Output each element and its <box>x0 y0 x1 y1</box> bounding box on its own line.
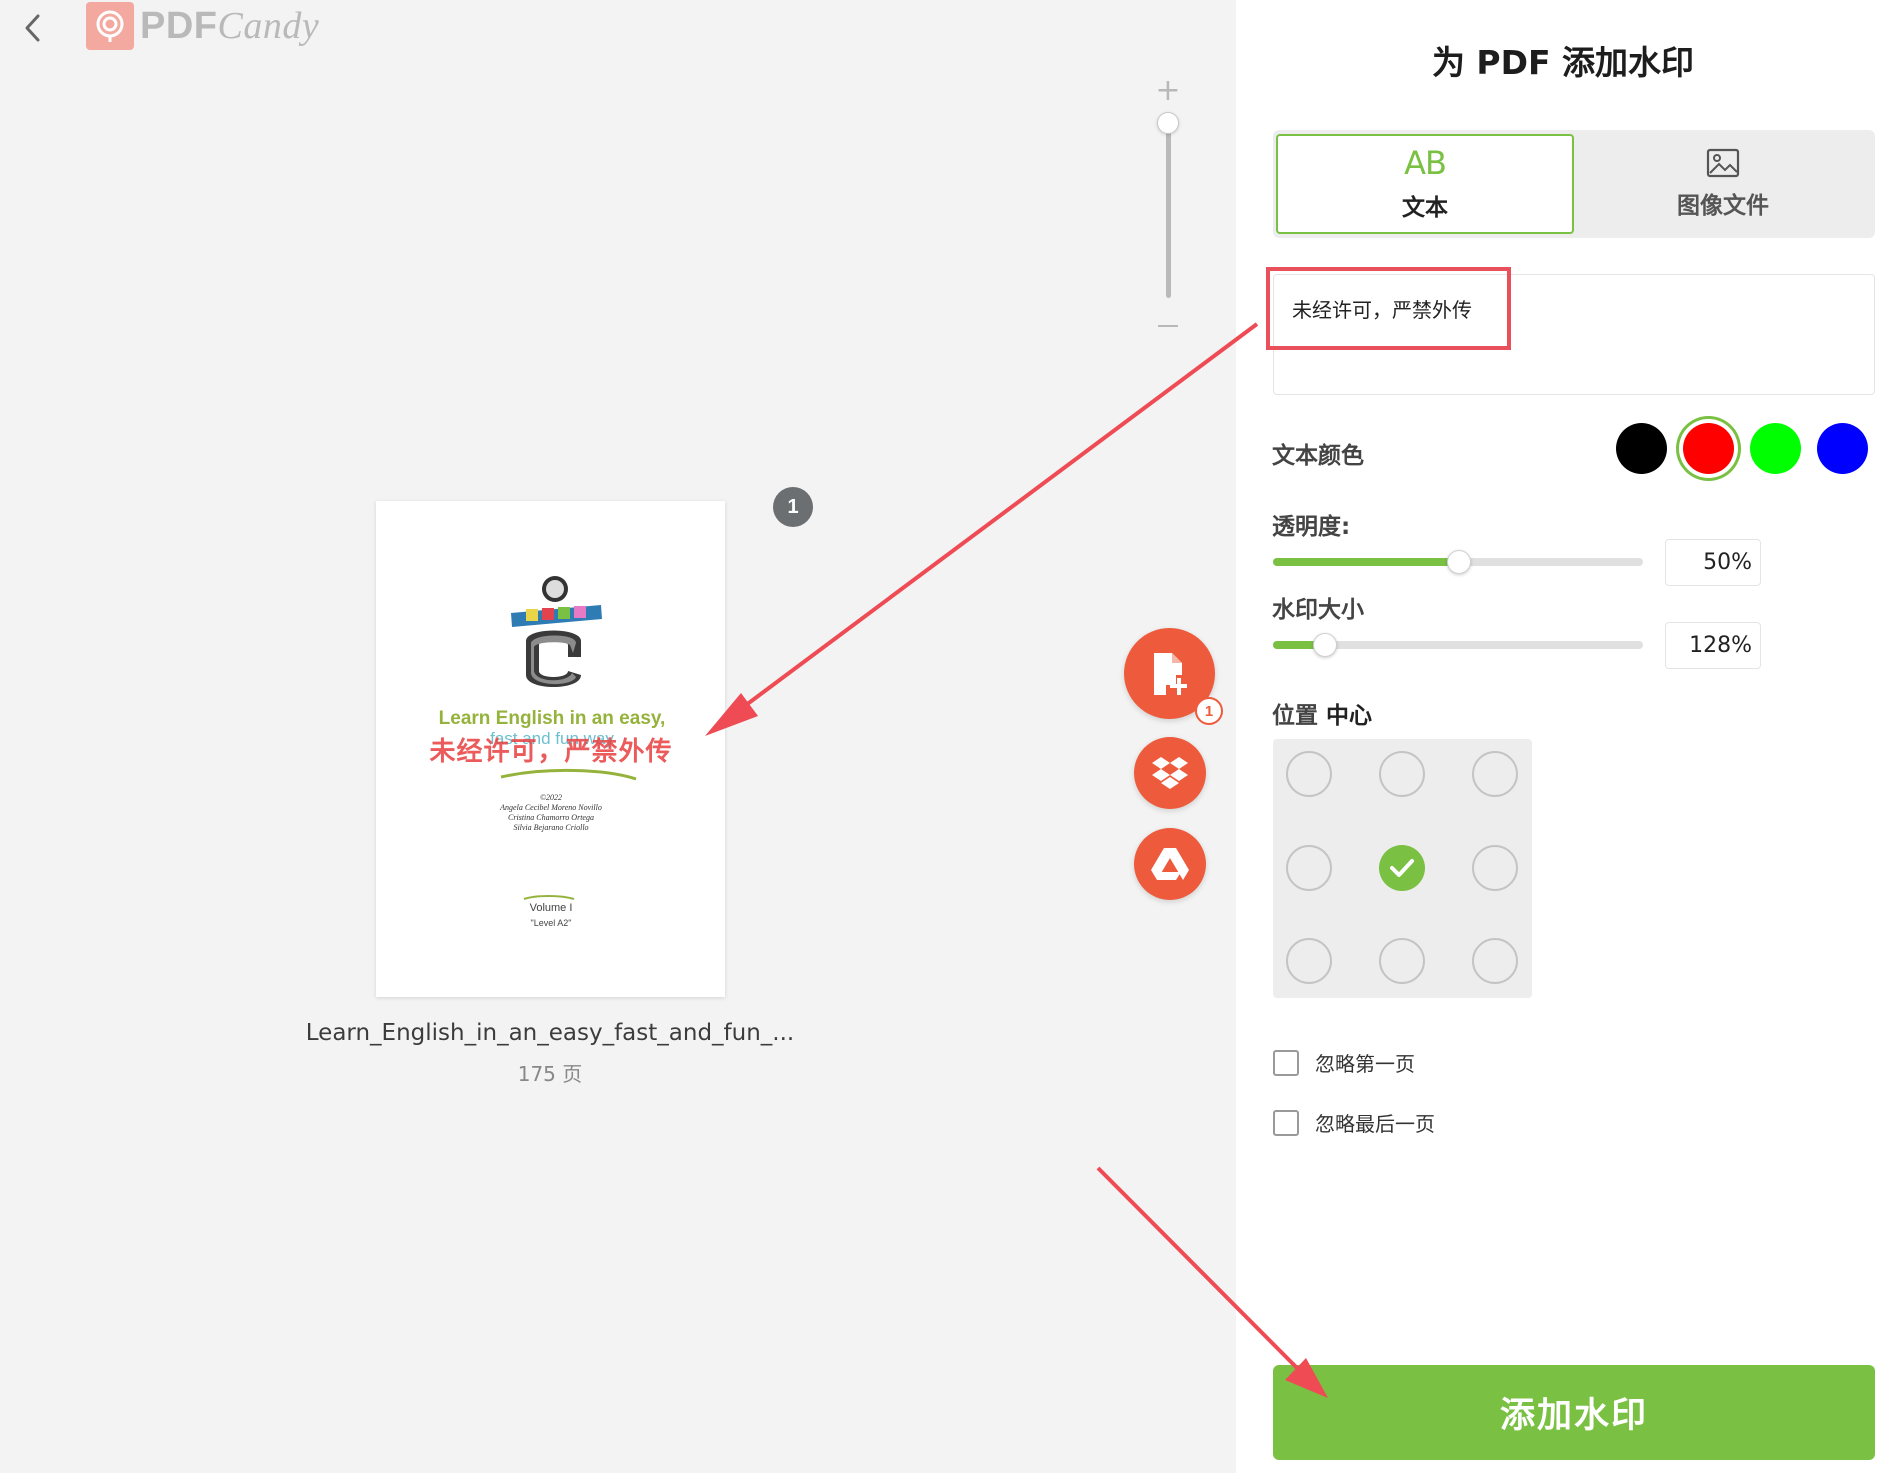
zoom-in-button[interactable]: + <box>1150 76 1186 106</box>
cover-credits: ©2022 Angela Cecibel Moreno Novillo Cris… <box>500 793 602 832</box>
text-color-label: 文本颜色 <box>1272 443 1364 469</box>
skip-first-page-label: 忽略第一页 <box>1315 1052 1415 1076</box>
annotation-highlight-box <box>1266 267 1511 350</box>
page-thumbnail[interactable]: Learn English in an easy, fast and fun w… <box>376 501 725 997</box>
app-logo[interactable]: PDFCandy <box>86 2 319 50</box>
zoom-slider-knob[interactable] <box>1157 112 1179 134</box>
tab-image-label: 图像文件 <box>1677 193 1769 219</box>
size-value[interactable]: 128% <box>1665 622 1761 669</box>
file-count-badge: 1 <box>1195 697 1223 725</box>
skip-last-page-option[interactable]: 忽略最后一页 <box>1273 1108 1435 1137</box>
skip-last-page-label: 忽略最后一页 <box>1315 1112 1435 1136</box>
position-bottom-left[interactable] <box>1286 938 1332 984</box>
cover-swoosh <box>500 768 637 781</box>
opacity-value[interactable]: 50% <box>1665 539 1761 586</box>
add-watermark-button[interactable]: 添加水印 <box>1273 1365 1875 1460</box>
position-top-center[interactable] <box>1379 751 1425 797</box>
tab-text-label: 文本 <box>1402 195 1448 221</box>
position-top-right[interactable] <box>1472 751 1518 797</box>
position-middle-right[interactable] <box>1472 845 1518 891</box>
opacity-slider[interactable] <box>1273 550 1643 574</box>
logo-text: PDFCandy <box>140 5 320 47</box>
position-label: 位置 中心 <box>1272 703 1373 729</box>
opacity-slider-fill <box>1273 558 1459 566</box>
color-swatch-green[interactable] <box>1750 423 1801 474</box>
watermark-preview: 未经许可，严禁外传 <box>429 737 673 767</box>
tab-image[interactable]: 图像文件 <box>1574 134 1872 234</box>
settings-panel: 为 PDF 添加水印 AB 文本 图像文件 未经许可，严禁外传 文本颜色 透明度… <box>1236 0 1890 1473</box>
skip-last-page-checkbox[interactable] <box>1273 1109 1299 1136</box>
color-swatch-blue[interactable] <box>1817 423 1868 474</box>
opacity-label: 透明度: <box>1272 514 1351 540</box>
size-slider[interactable] <box>1273 633 1643 657</box>
panel-title: 为 PDF 添加水印 <box>1431 43 1695 82</box>
checkmark-icon <box>1390 859 1414 877</box>
add-file-icon <box>1153 652 1187 695</box>
position-value: 中心 <box>1326 703 1373 729</box>
cover-title: Learn English in an easy, <box>438 708 666 729</box>
color-swatch-red[interactable] <box>1683 423 1734 474</box>
color-swatch-black[interactable] <box>1616 423 1667 474</box>
page-number-badge: 1 <box>773 487 813 527</box>
image-icon <box>1706 148 1740 178</box>
back-button[interactable] <box>18 8 48 48</box>
file-name: Learn_English_in_an_easy_fast_and_fun_..… <box>305 1020 795 1046</box>
zoom-control: + <box>1150 76 1186 327</box>
google-drive-icon <box>1151 848 1189 880</box>
skip-first-page-checkbox[interactable] <box>1273 1049 1299 1076</box>
position-bottom-right[interactable] <box>1472 938 1518 984</box>
position-middle-left[interactable] <box>1286 845 1332 891</box>
position-top-left[interactable] <box>1286 751 1332 797</box>
text-ab-icon: AB <box>1404 144 1447 182</box>
dropbox-icon <box>1152 757 1188 789</box>
skip-first-page-option[interactable]: 忽略第一页 <box>1273 1048 1415 1077</box>
chevron-left-icon <box>25 14 40 42</box>
page-count: 175 页 <box>517 1062 583 1086</box>
color-swatches <box>1616 423 1868 474</box>
position-grid <box>1273 739 1532 998</box>
size-slider-knob[interactable] <box>1313 633 1337 657</box>
opacity-slider-knob[interactable] <box>1447 550 1471 574</box>
tab-text[interactable]: AB 文本 <box>1276 134 1574 234</box>
dropbox-button[interactable] <box>1134 737 1206 809</box>
lollipop-icon <box>86 2 134 50</box>
watermark-size-label: 水印大小 <box>1272 597 1364 623</box>
add-file-button[interactable]: 1 <box>1124 628 1223 725</box>
zoom-out-button[interactable] <box>1158 325 1178 327</box>
workspace: PDFCandy + Learn English in an easy, fas… <box>0 0 1236 1473</box>
google-drive-button[interactable] <box>1134 828 1206 900</box>
position-bottom-center[interactable] <box>1379 938 1425 984</box>
watermark-type-tabs: AB 文本 图像文件 <box>1273 130 1875 238</box>
position-middle-center[interactable] <box>1379 845 1425 891</box>
zoom-slider-track[interactable] <box>1166 122 1171 298</box>
cover-volume: Volume I "Level A2" <box>529 902 573 928</box>
